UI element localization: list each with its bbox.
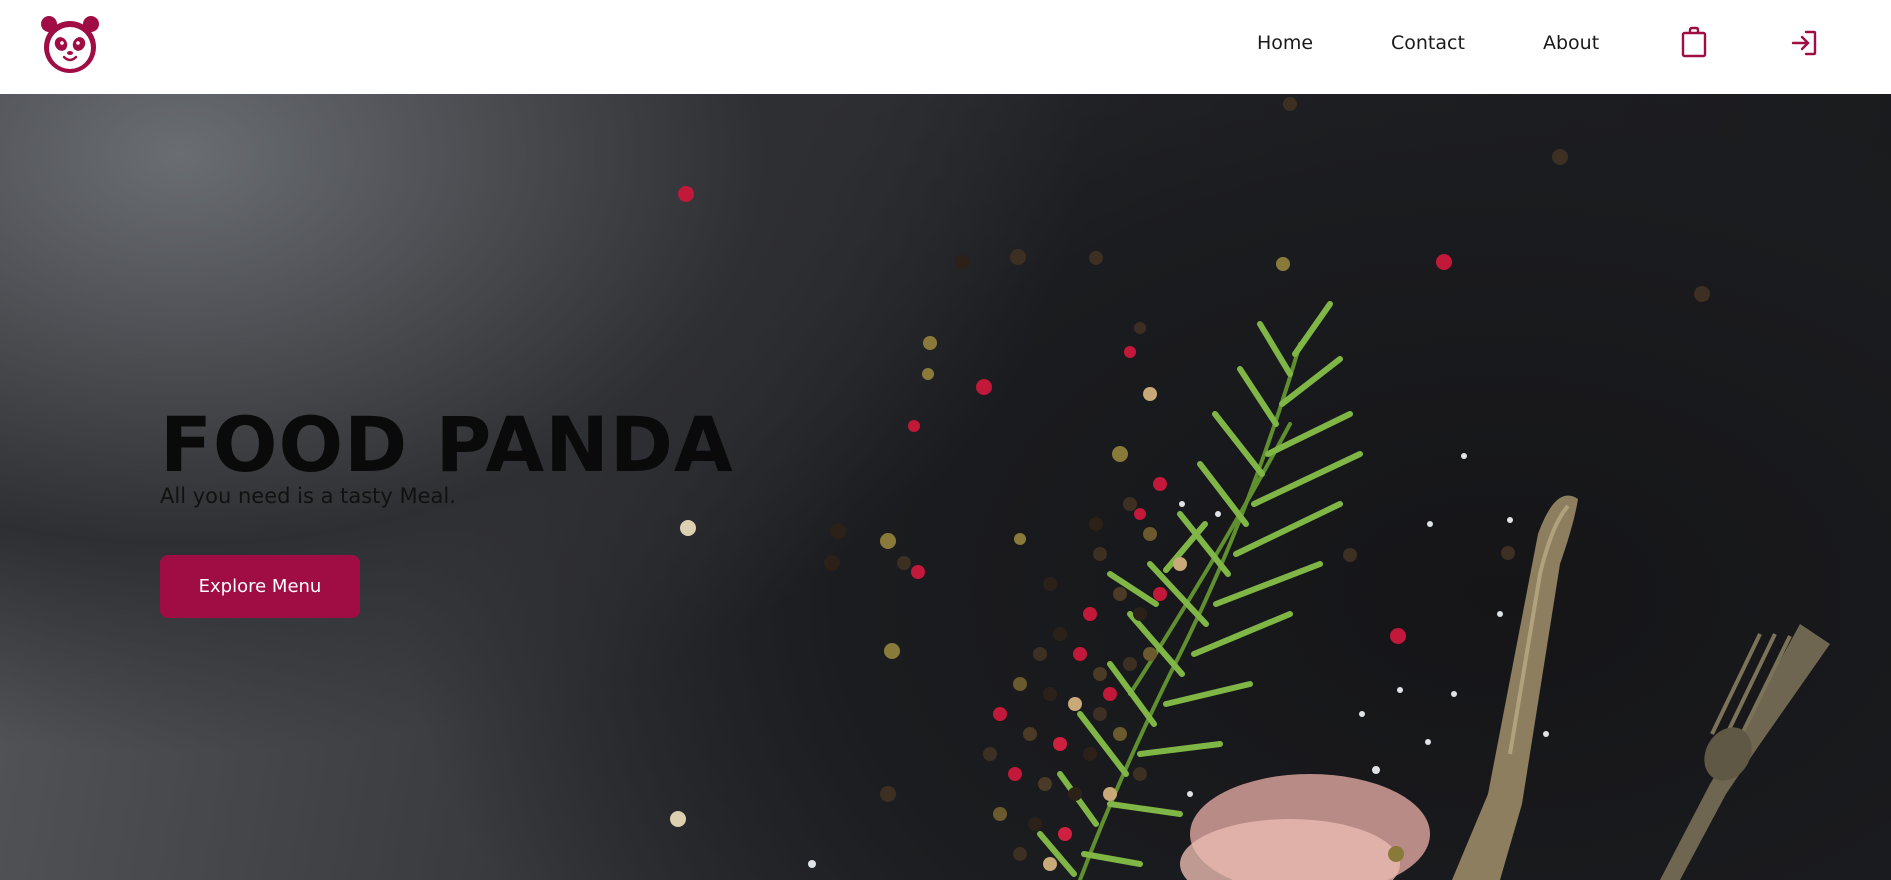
nav-home-link[interactable]: Home	[1257, 32, 1313, 54]
hero-section: FOOD PANDA All you need is a tasty Meal.…	[0, 94, 1891, 880]
nav-contact-link[interactable]: Contact	[1391, 32, 1465, 54]
explore-menu-button[interactable]: Explore Menu	[160, 555, 360, 618]
panda-logo-icon[interactable]	[38, 12, 102, 76]
navbar: Home Contact About	[0, 0, 1891, 94]
shopping-bag-icon[interactable]	[1680, 26, 1708, 58]
hero-subtitle: All you need is a tasty Meal.	[160, 484, 456, 508]
nav-about-link[interactable]: About	[1543, 32, 1599, 54]
login-icon[interactable]	[1790, 29, 1818, 57]
hero-title: FOOD PANDA	[160, 400, 734, 489]
